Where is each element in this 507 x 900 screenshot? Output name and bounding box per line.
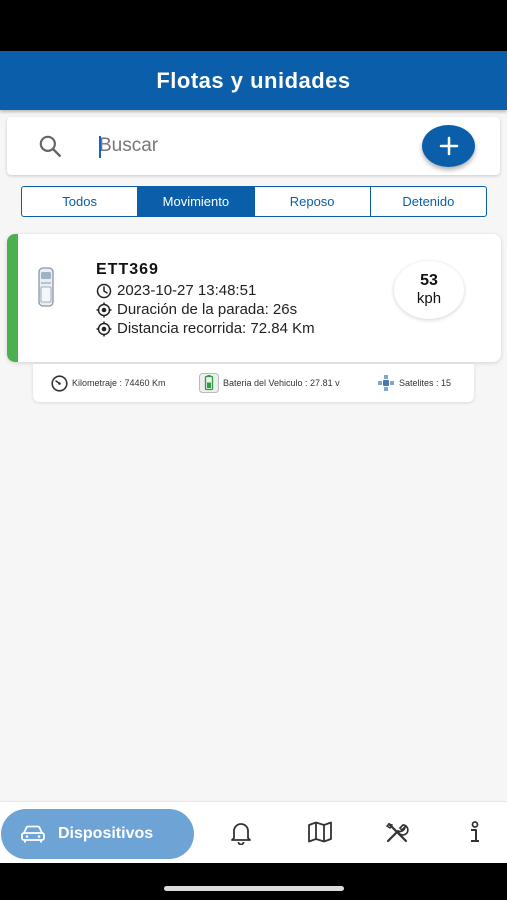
- odometer-icon: [51, 374, 68, 392]
- filter-tabs: Todos Movimiento Reposo Detenido: [21, 186, 487, 217]
- map-icon[interactable]: [307, 821, 333, 843]
- distance-row: Distancia recorrida: 72.84 Km: [96, 320, 315, 337]
- satellite-icon: [378, 375, 394, 391]
- info-icon[interactable]: [467, 821, 483, 845]
- car-icon: [21, 825, 45, 843]
- satellites-stat: Satelites : 15: [377, 374, 451, 392]
- battery-stat: Bateria del Vehiculo : 27.81 v: [199, 373, 340, 393]
- vehicle-stats: Kilometraje : 74460 Km Bateria del Vehic…: [33, 364, 474, 402]
- tab-todos[interactable]: Todos: [22, 187, 139, 216]
- text-caret: [99, 136, 101, 158]
- search-input[interactable]: [99, 131, 399, 161]
- nav-devices[interactable]: Dispositivos: [1, 809, 194, 859]
- vehicle-card[interactable]: ETT369 2023-10-27 13:48:51 Duración de l…: [7, 234, 501, 362]
- speed-value: 53: [420, 272, 438, 289]
- search-icon: [39, 135, 61, 157]
- nav-devices-label: Dispositivos: [58, 825, 154, 842]
- battery-icon: [199, 373, 219, 393]
- app-header: Flotas y unidades: [0, 51, 507, 110]
- odometer-text: Kilometraje : 74460 Km: [72, 378, 166, 388]
- plus-icon: [439, 136, 458, 156]
- odometer-stat: Kilometraje : 74460 Km: [51, 374, 166, 392]
- location-target-icon: [96, 321, 112, 336]
- add-button[interactable]: [422, 125, 475, 167]
- status-bar: [0, 0, 507, 51]
- distance-text: Distancia recorrida: 72.84 Km: [117, 320, 315, 337]
- satellites-text: Satelites : 15: [399, 378, 452, 388]
- battery-text: Bateria del Vehiculo : 27.81 v: [223, 378, 340, 388]
- tab-detenido[interactable]: Detenido: [371, 187, 486, 216]
- tab-movimiento[interactable]: Movimiento: [138, 187, 255, 216]
- truck-icon: [38, 267, 54, 307]
- bottom-nav: Dispositivos: [0, 801, 507, 864]
- bell-icon[interactable]: [230, 821, 252, 845]
- tab-reposo[interactable]: Reposo: [255, 187, 371, 216]
- unit-name: ETT369: [96, 261, 159, 278]
- timestamp-text: 2023-10-27 13:48:51: [117, 282, 257, 299]
- location-target-icon: [96, 302, 112, 317]
- system-bottom-bar: [0, 863, 507, 900]
- speed-unit: kph: [416, 290, 442, 307]
- timestamp-row: 2023-10-27 13:48:51: [96, 282, 256, 299]
- stop-duration-text: Duración de la parada: 26s: [117, 301, 298, 318]
- stop-duration-row: Duración de la parada: 26s: [96, 301, 297, 318]
- tools-icon[interactable]: [384, 821, 410, 845]
- speed-badge: 53 kph: [394, 261, 464, 319]
- home-indicator[interactable]: [164, 886, 344, 891]
- page-title: Flotas y unidades: [156, 67, 351, 93]
- status-indicator: [7, 234, 18, 362]
- clock-icon: [96, 283, 112, 298]
